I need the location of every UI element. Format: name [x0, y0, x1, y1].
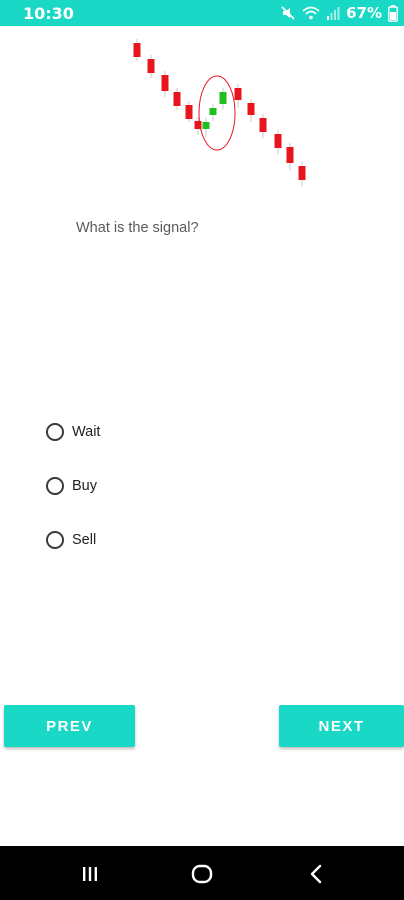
recents-button[interactable] [76, 860, 104, 888]
candle-red [247, 103, 255, 115]
candle-red [234, 88, 242, 100]
battery-percent: 67% [346, 4, 382, 22]
candle-red [298, 166, 306, 180]
candle-red [161, 75, 169, 91]
radio-button[interactable] [46, 423, 64, 441]
candlestick-chart [0, 26, 404, 196]
navigation-bar [0, 846, 404, 900]
status-bar: 10:30 67% [0, 0, 404, 26]
candle-green [219, 92, 227, 104]
candle-red [259, 118, 267, 132]
candle-red [133, 43, 141, 57]
battery-icon [388, 4, 398, 22]
radio-button[interactable] [46, 477, 64, 495]
candle-red [185, 105, 193, 119]
candle-red [147, 59, 155, 73]
option-sell[interactable]: Sell [44, 527, 96, 553]
home-button[interactable] [188, 860, 216, 888]
option-label: Wait [72, 424, 101, 440]
prev-button[interactable]: PREV [4, 705, 135, 747]
next-button[interactable]: NEXT [279, 705, 404, 747]
back-button[interactable] [302, 860, 330, 888]
option-wait[interactable]: Wait [44, 419, 100, 445]
recents-icon [83, 867, 97, 881]
wifi-icon [302, 6, 320, 20]
candle-green [209, 108, 217, 115]
home-icon [191, 864, 213, 884]
candle-red [286, 147, 294, 163]
candle-red [274, 134, 282, 148]
status-icons: 67% [280, 3, 398, 23]
highlight-ellipse [198, 75, 236, 151]
option-label: Sell [72, 532, 97, 548]
mute-icon [281, 6, 295, 20]
candle-green [202, 122, 210, 129]
option-buy[interactable]: Buy [44, 473, 97, 499]
radio-button[interactable] [46, 531, 64, 549]
option-label: Buy [72, 478, 97, 494]
signal-icon [327, 7, 340, 20]
question-text: What is the signal? [76, 220, 199, 236]
back-icon [310, 864, 322, 884]
candle-red [173, 92, 181, 106]
status-time: 10:30 [23, 4, 74, 23]
chart-svg [133, 39, 306, 186]
